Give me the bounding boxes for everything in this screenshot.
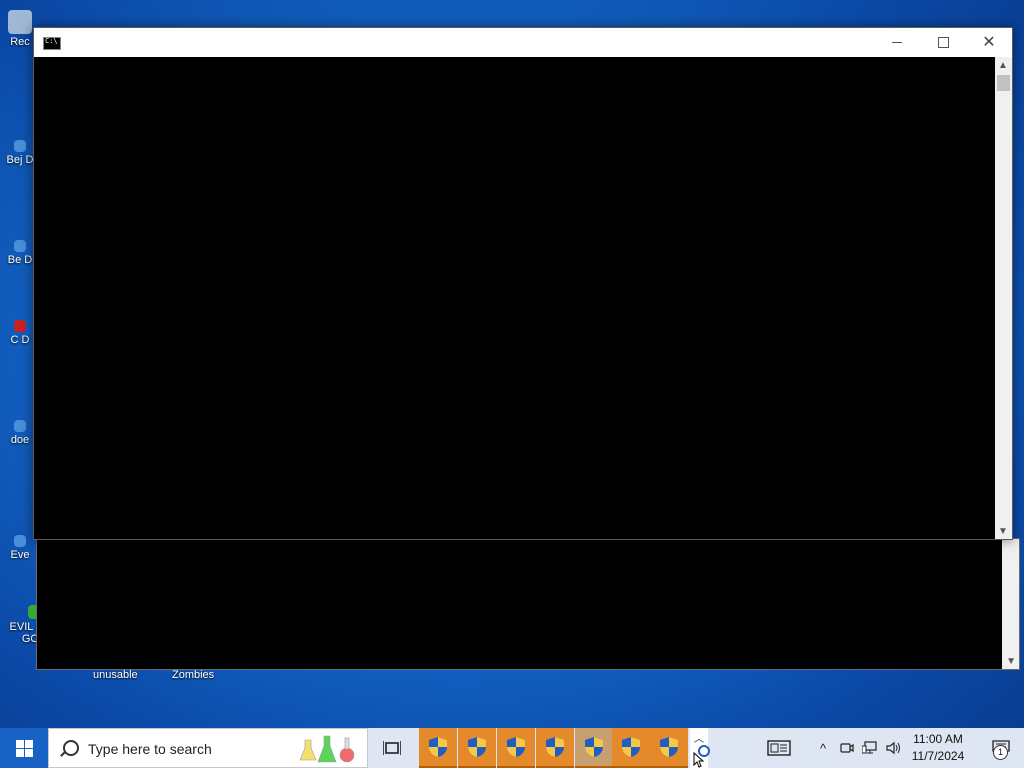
search-placeholder: Type here to search <box>88 741 212 757</box>
news-icon <box>767 740 791 756</box>
windows-logo-icon <box>15 739 33 757</box>
taskbar-app-uac-7[interactable] <box>650 728 688 768</box>
uac-shield-icon <box>622 737 640 757</box>
taskbar-app-uac-2[interactable] <box>458 728 496 768</box>
clock-date: 11/7/2024 <box>911 749 965 763</box>
scroll-down-arrow-icon[interactable]: ▼ <box>998 526 1008 537</box>
network-icon <box>862 741 877 754</box>
camera-tray-button[interactable] <box>838 728 856 768</box>
taskbar-app-uac-4[interactable] <box>536 728 574 768</box>
desktop-label-zombies[interactable]: Zombies <box>172 669 214 681</box>
action-center-button[interactable]: 1 <box>978 728 1024 768</box>
recycle-bin-icon <box>8 10 32 34</box>
shortcut-icon <box>14 240 26 252</box>
close-icon: ✕ <box>982 33 996 51</box>
maximize-button[interactable] <box>920 28 966 57</box>
console-window[interactable]: ✕ ▲ ▼ <box>33 27 1013 540</box>
shortcut-icon <box>14 320 26 332</box>
search-box[interactable]: Type here to search <box>48 728 368 768</box>
uac-shield-icon <box>660 737 678 757</box>
close-button[interactable]: ✕ <box>966 28 1012 57</box>
uac-shield-icon <box>546 737 564 757</box>
scroll-thumb[interactable] <box>997 75 1010 91</box>
search-icon <box>63 740 79 756</box>
chevron-up-icon: ^ <box>819 740 827 756</box>
science-flasks-icon <box>299 735 355 763</box>
vertical-scrollbar[interactable]: ▼ <box>1002 539 1019 669</box>
shortcut-icon <box>14 420 26 432</box>
minimize-icon <box>892 42 902 43</box>
command-prompt-icon <box>43 37 61 50</box>
taskbar-app-uac-6[interactable] <box>612 728 650 768</box>
desktop-label-unusable[interactable]: unusable <box>93 669 138 681</box>
task-view-icon <box>383 741 401 755</box>
camera-icon <box>840 743 854 753</box>
chevron-up-icon: ︿ <box>694 734 704 745</box>
clock-time: 11:00 AM <box>913 732 963 746</box>
task-view-button[interactable] <box>372 728 412 768</box>
console-output[interactable] <box>34 57 995 539</box>
mouse-cursor-icon <box>693 752 705 768</box>
shortcut-icon <box>14 535 26 547</box>
uac-shield-icon <box>429 737 447 757</box>
vertical-scrollbar[interactable]: ▲ ▼ <box>995 57 1012 539</box>
show-hidden-icons-button[interactable]: ^ <box>814 728 832 768</box>
title-bar[interactable]: ✕ <box>34 28 1012 57</box>
taskbar-app-uac-5[interactable] <box>575 728 613 768</box>
notification-count-badge: 1 <box>993 745 1008 760</box>
scroll-down-arrow-icon[interactable]: ▼ <box>1006 656 1016 667</box>
scroll-up-arrow-icon[interactable]: ▲ <box>998 60 1008 71</box>
network-tray-button[interactable] <box>860 728 880 768</box>
start-button[interactable] <box>0 728 48 768</box>
minimize-button[interactable] <box>874 28 920 57</box>
uac-shield-icon <box>468 737 486 757</box>
taskbar-app-uac-3[interactable] <box>497 728 535 768</box>
clock[interactable]: 11:00 AM 11/7/2024 <box>905 731 971 765</box>
taskbar: Type here to search ︿ ^ 11:00 AM 11/7/20… <box>0 728 1024 768</box>
console-window-background[interactable]: ▼ <box>36 538 1020 670</box>
maximize-icon <box>937 37 949 48</box>
volume-tray-button[interactable] <box>884 728 904 768</box>
taskbar-app-uac-1[interactable] <box>419 728 457 768</box>
speaker-icon <box>886 741 900 755</box>
uac-shield-icon <box>507 737 525 757</box>
desktop-icon-label: Eve <box>10 549 30 561</box>
shortcut-icon <box>14 140 26 152</box>
uac-shield-icon <box>585 737 603 757</box>
news-widget-button[interactable] <box>764 728 794 768</box>
